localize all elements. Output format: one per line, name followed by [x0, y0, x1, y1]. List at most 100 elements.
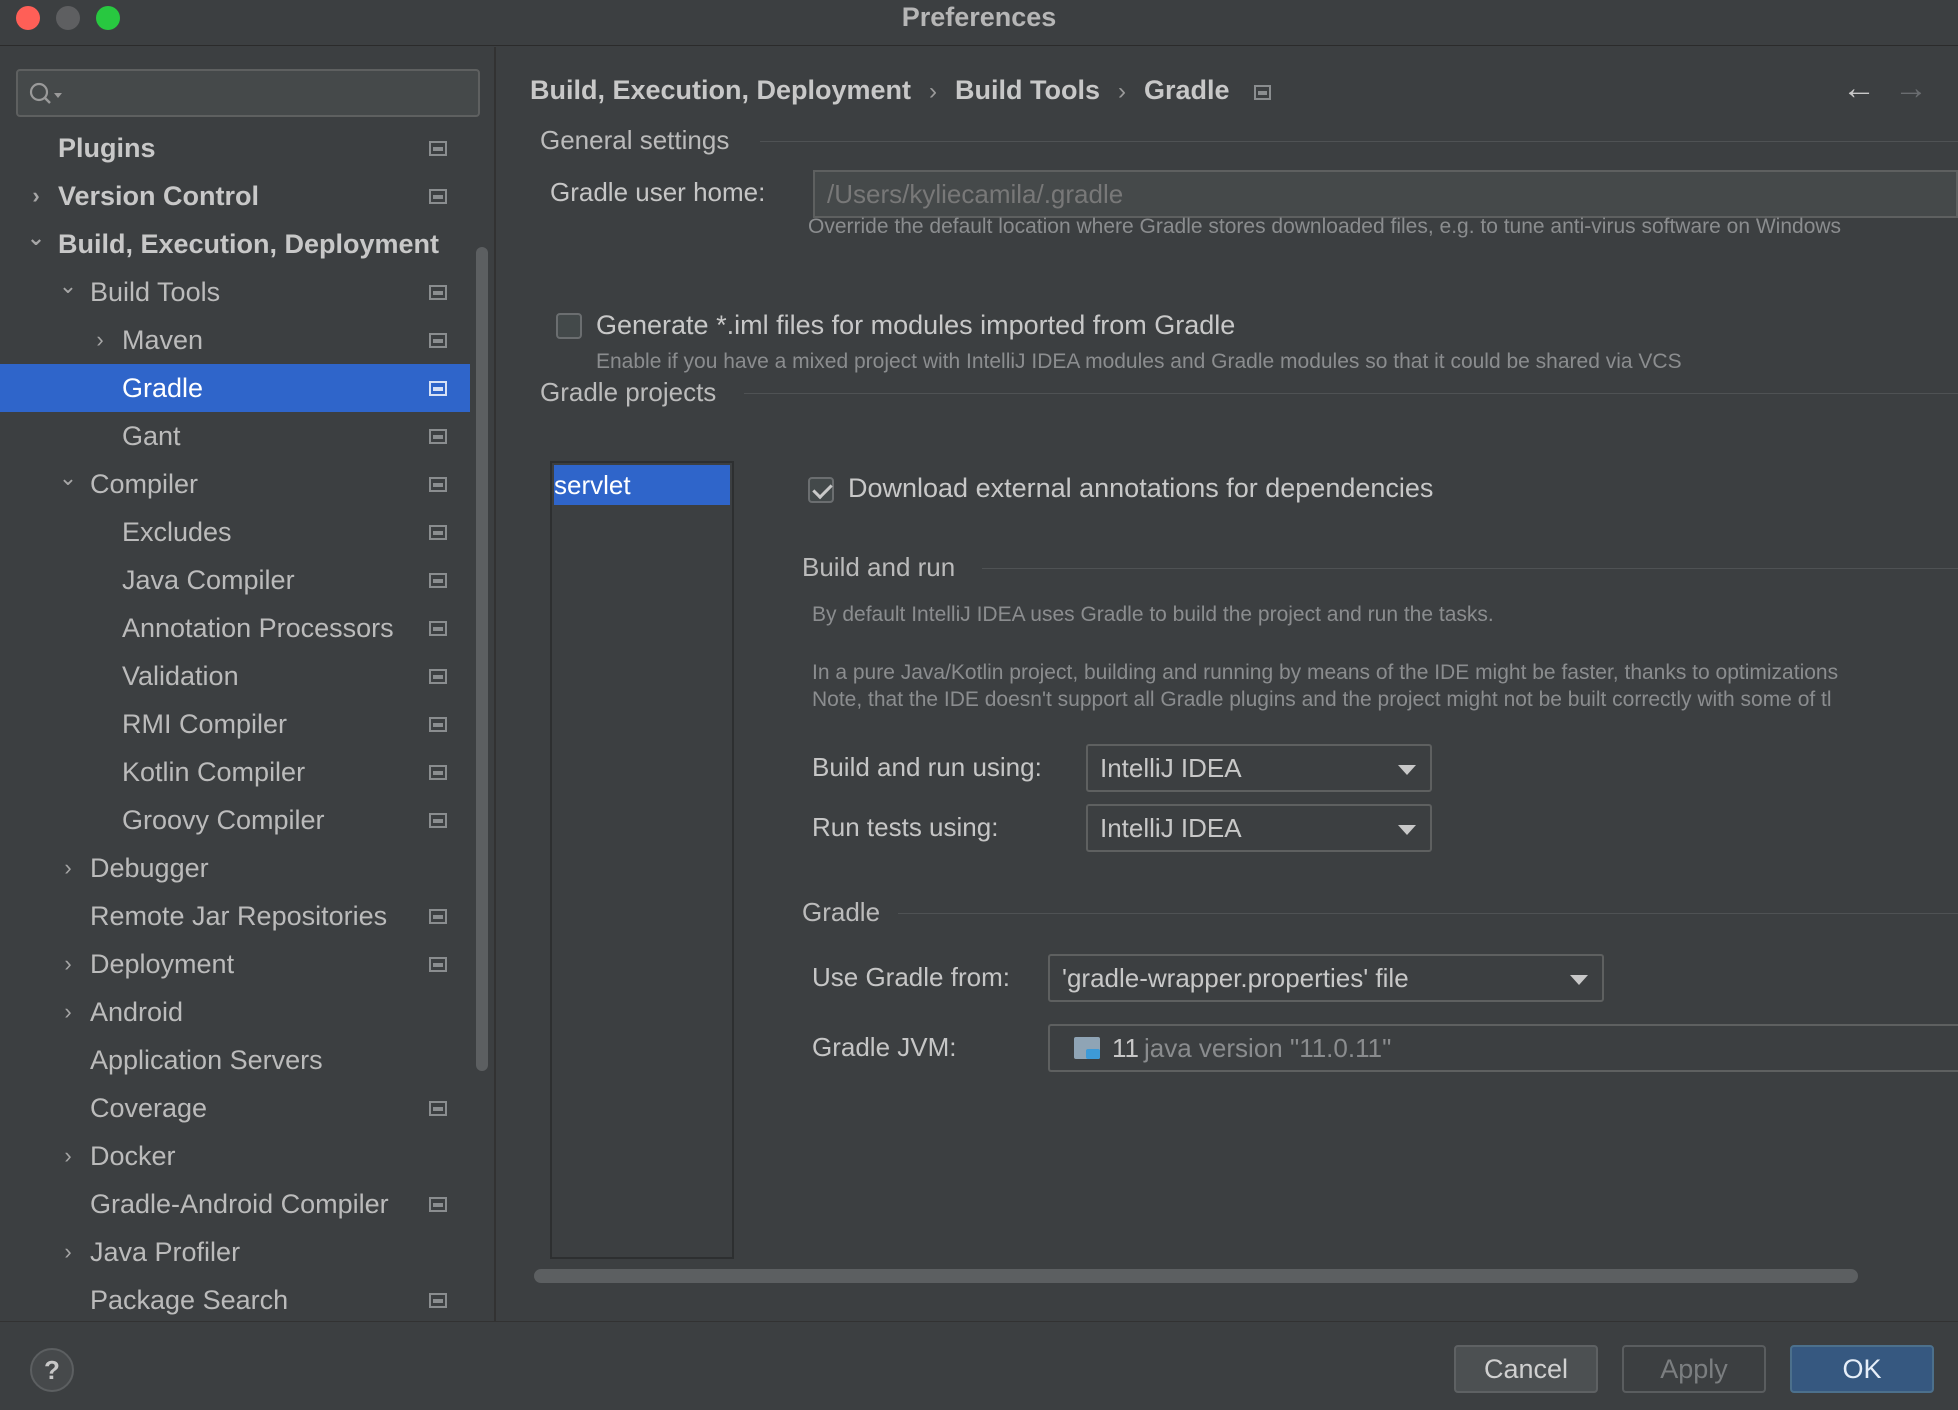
project-item-servlet[interactable]: servlet [554, 465, 730, 505]
sidebar-item-label: Remote Jar Repositories [90, 901, 388, 931]
sidebar-item[interactable]: › Deployment [0, 940, 470, 988]
section-title-build-run: Build and run [802, 552, 956, 582]
section-divider [744, 393, 1958, 394]
run-tests-using-label: Run tests using: [812, 812, 999, 842]
sidebar-item[interactable]: Groovy Compiler [0, 796, 470, 844]
sidebar-item[interactable]: Package Search [0, 1276, 470, 1324]
sidebar-item[interactable]: Kotlin Compiler [0, 748, 470, 796]
project-scope-icon [429, 1293, 447, 1308]
chevron-right-icon[interactable]: › [56, 844, 80, 892]
use-gradle-from-dropdown[interactable]: 'gradle-wrapper.properties' file [1048, 954, 1604, 1002]
sidebar-item-label: Build, Execution, Deployment [58, 229, 440, 259]
sidebar-item-label: Gradle [122, 373, 204, 403]
project-scope-icon [429, 429, 447, 444]
arrow-left-icon[interactable]: ← [1842, 69, 1876, 108]
settings-sidebar: Plugins › Version Control ⌄ Build, Execution… [0, 47, 496, 1321]
arrow-right-icon[interactable]: → [1894, 69, 1928, 108]
sidebar-item[interactable]: RMI Compiler [0, 700, 470, 748]
sidebar-scrollbar[interactable] [476, 247, 488, 1071]
breadcrumb-item[interactable]: Build, Execution, Deployment [530, 75, 911, 106]
sidebar-item[interactable]: Plugins [0, 124, 470, 172]
sidebar-item[interactable]: Excludes [0, 508, 470, 556]
search-icon [29, 82, 62, 104]
sidebar-item[interactable]: Gradle [0, 364, 470, 412]
project-scope-icon [1253, 85, 1271, 100]
project-scope-icon [429, 525, 447, 540]
cancel-button[interactable]: Cancel [1454, 1345, 1598, 1393]
sidebar-item[interactable]: Application Servers [0, 1036, 470, 1084]
title-bar: Preferences [0, 0, 1958, 46]
sidebar-item[interactable]: Remote Jar Repositories [0, 892, 470, 940]
gradle-jvm-dropdown[interactable]: 11 java version "11.0.11" [1048, 1024, 1958, 1072]
project-scope-icon [429, 573, 447, 588]
section-divider [982, 568, 1958, 569]
chevron-right-icon[interactable]: › [56, 1132, 80, 1180]
project-scope-icon [429, 189, 447, 204]
project-scope-icon [429, 669, 447, 684]
sidebar-item-label: Validation [122, 661, 239, 691]
download-annotations-label[interactable]: Download external annotations for depend… [848, 473, 1433, 504]
run-tests-using-dropdown[interactable]: IntelliJ IDEA [1086, 804, 1432, 852]
sidebar-item[interactable]: › Debugger [0, 844, 470, 892]
sidebar-item[interactable]: Validation [0, 652, 470, 700]
project-scope-icon [429, 957, 447, 972]
sidebar-item-label: Java Profiler [90, 1237, 241, 1267]
generate-iml-checkbox[interactable] [556, 313, 582, 339]
sidebar-item[interactable]: › Version Control [0, 172, 470, 220]
breadcrumb-item: Gradle [1144, 75, 1230, 105]
gradle-user-home-input[interactable]: /Users/kyliecamila/.gradle [813, 170, 1958, 218]
breadcrumb-item[interactable]: Build Tools [955, 75, 1100, 106]
breadcrumb-separator: › [929, 78, 938, 105]
chevron-down-icon[interactable]: ⌄ [56, 460, 80, 508]
chevron-right-icon[interactable]: › [24, 172, 48, 220]
sidebar-item[interactable]: Annotation Processors [0, 604, 470, 652]
sidebar-item-label: Gant [122, 421, 181, 451]
sidebar-item-label: RMI Compiler [122, 709, 288, 739]
sidebar-item[interactable]: Coverage [0, 1084, 470, 1132]
search-input[interactable] [16, 69, 480, 117]
section-title-projects: Gradle projects [540, 377, 717, 407]
chevron-down-icon [1570, 975, 1588, 985]
sidebar-item[interactable]: ⌄ Compiler [0, 460, 470, 508]
section-divider [898, 913, 1958, 914]
sidebar-item[interactable]: › Java Profiler [0, 1228, 470, 1276]
horizontal-scrollbar[interactable] [534, 1269, 1858, 1283]
use-gradle-from-label: Use Gradle from: [812, 962, 1010, 992]
chevron-down-icon [1398, 825, 1416, 835]
chevron-right-icon[interactable]: › [56, 988, 80, 1036]
sidebar-item-label: Excludes [122, 517, 232, 547]
project-scope-icon [429, 813, 447, 828]
sidebar-item-label: Groovy Compiler [122, 805, 325, 835]
use-gradle-from-value: 'gradle-wrapper.properties' file [1062, 963, 1409, 993]
sidebar-item-label: Android [90, 997, 184, 1027]
download-annotations-checkbox[interactable] [808, 477, 834, 503]
section-title-general: General settings [540, 125, 730, 155]
gradle-jvm-label: Gradle JVM: [812, 1032, 957, 1062]
sidebar-item[interactable]: › Android [0, 988, 470, 1036]
chevron-right-icon[interactable]: › [88, 316, 112, 364]
ok-button[interactable]: OK [1790, 1345, 1934, 1393]
project-scope-icon [429, 477, 447, 492]
generate-iml-label[interactable]: Generate *.iml files for modules importe… [596, 310, 1235, 341]
sidebar-item-label: Coverage [90, 1093, 208, 1123]
sidebar-item-label: Java Compiler [122, 565, 295, 595]
sidebar-item[interactable]: Java Compiler [0, 556, 470, 604]
sidebar-item[interactable]: ⌄ Build, Execution, Deployment [0, 220, 470, 268]
project-scope-icon [429, 1197, 447, 1212]
chevron-right-icon[interactable]: › [56, 940, 80, 988]
build-run-using-dropdown[interactable]: IntelliJ IDEA [1086, 744, 1432, 792]
section-title-gradle: Gradle [802, 897, 881, 927]
sidebar-item[interactable]: › Maven [0, 316, 470, 364]
help-button[interactable]: ? [30, 1348, 74, 1392]
chevron-down-icon[interactable]: ⌄ [56, 268, 80, 316]
gradle-jvm-version: 11 [1112, 1033, 1139, 1063]
window-title: Preferences [901, 2, 1057, 32]
project-scope-icon [429, 765, 447, 780]
chevron-down-icon[interactable]: ⌄ [24, 220, 48, 268]
sidebar-item[interactable]: Gradle-Android Compiler [0, 1180, 470, 1228]
sidebar-item[interactable]: Gant [0, 412, 470, 460]
sidebar-item[interactable]: › Docker [0, 1132, 470, 1180]
chevron-right-icon[interactable]: › [56, 1228, 80, 1276]
sidebar-item[interactable]: ⌄ Build Tools [0, 268, 470, 316]
apply-button[interactable]: Apply [1622, 1345, 1766, 1393]
